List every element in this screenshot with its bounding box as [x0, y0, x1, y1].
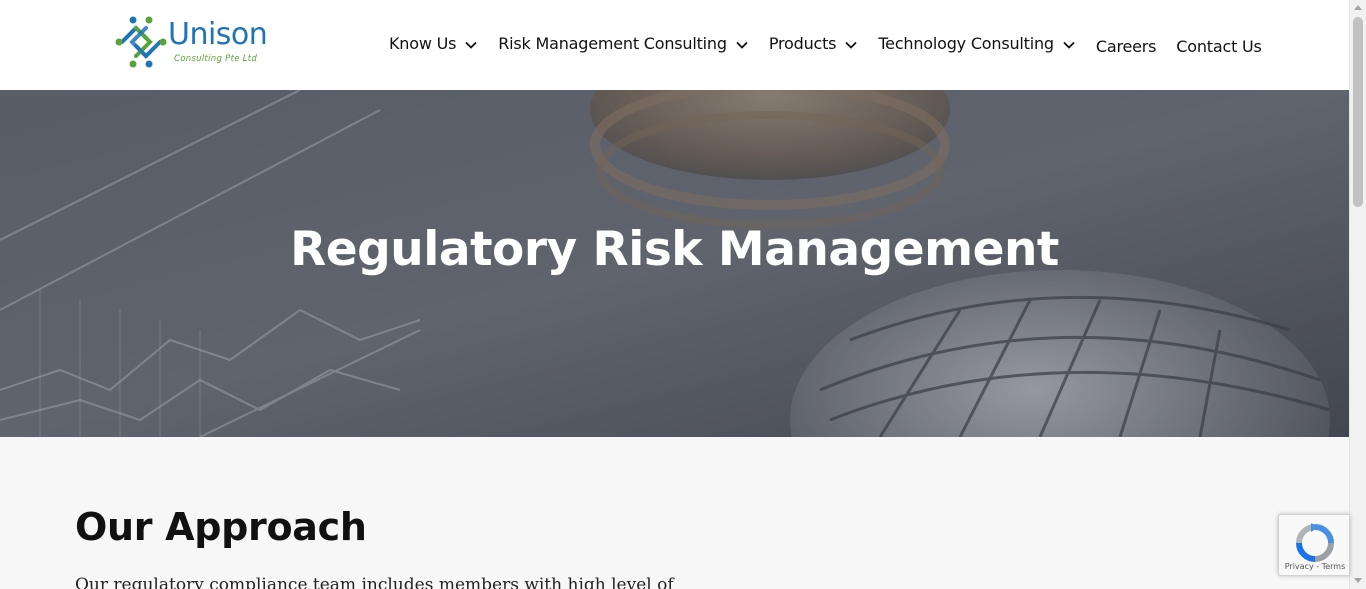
- chevron-down-icon: [736, 41, 748, 49]
- unison-logo-mark-icon: [115, 16, 167, 68]
- scroll-down-arrow-icon[interactable]: [1354, 578, 1362, 583]
- unison-logo[interactable]: Unison Consulting Pte Ltd: [112, 14, 272, 72]
- chevron-down-icon: [1063, 41, 1075, 49]
- page-title: Regulatory Risk Management: [290, 222, 1059, 277]
- main-content: Our Approach Our regulatory compliance t…: [0, 437, 1349, 589]
- chevron-down-icon: [465, 41, 477, 49]
- nav-item-label: Products: [768, 33, 837, 53]
- nav-item-technology-consulting[interactable]: Technology Consulting: [878, 34, 1076, 53]
- section-paragraph: Our regulatory compliance team includes …: [75, 575, 674, 589]
- recaptcha-badge[interactable]: Privacy - Terms: [1278, 514, 1350, 576]
- recaptcha-links: Privacy - Terms: [1279, 562, 1351, 571]
- logo-wordmark: Unison: [168, 17, 268, 52]
- nav-item-contact-us[interactable]: Contact Us: [1176, 34, 1262, 56]
- logo-tagline: Consulting Pte Ltd: [174, 54, 258, 64]
- main-navigation: Know Us Risk Management Consulting Produ…: [389, 29, 1262, 57]
- nav-item-label: Careers: [1095, 36, 1157, 56]
- scroll-up-arrow-icon[interactable]: [1354, 5, 1362, 10]
- nav-item-label: Know Us: [389, 33, 457, 53]
- nav-item-risk-management-consulting[interactable]: Risk Management Consulting: [498, 34, 749, 53]
- nav-item-know-us[interactable]: Know Us: [389, 34, 478, 53]
- recaptcha-icon: [1296, 523, 1334, 562]
- recaptcha-terms-link[interactable]: Terms: [1322, 562, 1346, 571]
- chevron-down-icon: [845, 41, 857, 49]
- nav-item-label: Contact Us: [1176, 36, 1262, 56]
- section-title: Our Approach: [75, 505, 367, 549]
- site-header: Unison Consulting Pte Ltd Know Us Risk M…: [0, 0, 1349, 90]
- nav-item-products[interactable]: Products: [769, 34, 859, 53]
- nav-item-careers[interactable]: Careers: [1095, 34, 1157, 56]
- page-scrollbar[interactable]: [1349, 0, 1366, 589]
- hero-banner: Regulatory Risk Management: [0, 90, 1349, 437]
- recaptcha-privacy-link[interactable]: Privacy: [1285, 562, 1314, 571]
- scrollbar-thumb[interactable]: [1353, 17, 1363, 207]
- nav-item-label: Technology Consulting: [878, 33, 1054, 53]
- nav-item-label: Risk Management Consulting: [498, 33, 727, 53]
- recaptcha-separator: -: [1313, 562, 1322, 571]
